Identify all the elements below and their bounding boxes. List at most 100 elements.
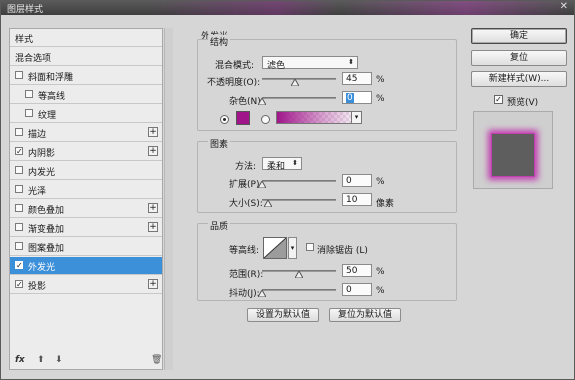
opacity-slider-thumb[interactable]: [291, 79, 300, 86]
blend-mode-label: 混合模式:: [215, 61, 255, 71]
spread-slider[interactable]: [262, 180, 336, 182]
style-item[interactable]: 图案叠加: [10, 238, 162, 256]
arrow-up-icon[interactable]: ⬆: [37, 355, 45, 365]
contour-dropdown-button[interactable]: ▾: [288, 237, 297, 259]
noise-slider-thumb[interactable]: [258, 98, 266, 105]
slider-thumb-shape: [295, 271, 303, 278]
style-item[interactable]: ✓ 投影 +: [10, 276, 162, 294]
style-item-label: 内阴影: [28, 149, 56, 159]
jitter-slider-thumb[interactable]: [258, 290, 266, 297]
range-value: 50: [346, 266, 358, 276]
technique-select[interactable]: 柔和 ⬍: [262, 157, 302, 172]
jitter-input[interactable]: 0: [342, 283, 372, 296]
glow-color-swatch[interactable]: [236, 111, 250, 125]
style-item-label: 渐变叠加: [28, 225, 65, 235]
updown-arrow-icon: ⬍: [292, 159, 298, 167]
trash-icon[interactable]: 🗑: [151, 355, 162, 365]
jitter-slider[interactable]: [262, 289, 336, 291]
noise-value: 0: [346, 93, 354, 103]
style-checkbox[interactable]: ✓: [15, 147, 23, 156]
spread-slider-thumb[interactable]: [258, 181, 266, 188]
new-style-button[interactable]: 新建样式(W)...: [471, 71, 567, 87]
opacity-input[interactable]: 45: [342, 72, 372, 85]
reset-default-button[interactable]: 复位为默认值: [329, 308, 401, 322]
style-item-label: 投影: [28, 282, 47, 292]
style-checkbox[interactable]: [25, 109, 33, 117]
style-item[interactable]: 颜色叠加 +: [10, 200, 162, 218]
contour-curve: [263, 237, 287, 259]
range-label: 范围(R):: [229, 270, 264, 280]
add-effect-button[interactable]: +: [148, 146, 158, 156]
opacity-label: 不透明度(O):: [207, 78, 261, 88]
gradient-radio[interactable]: [261, 115, 270, 124]
style-item-label: 纹理: [38, 111, 57, 121]
style-checkbox[interactable]: [15, 242, 23, 250]
range-slider-thumb[interactable]: [295, 271, 303, 278]
size-label: 大小(S):: [229, 199, 263, 209]
fx-button[interactable]: fx: [15, 355, 25, 365]
style-item[interactable]: 等高线: [10, 86, 162, 104]
add-effect-button[interactable]: +: [148, 127, 158, 137]
preview-label: 预览(V): [507, 98, 539, 108]
style-item[interactable]: 斜面和浮雕: [10, 67, 162, 85]
slider-thumb-shape: [258, 181, 266, 188]
style-item[interactable]: 纹理: [10, 105, 162, 123]
structure-title: 结构: [208, 35, 231, 48]
style-item[interactable]: ✓ 外发光: [10, 257, 162, 275]
style-checkbox[interactable]: [15, 71, 23, 79]
slider-thumb-shape: [258, 290, 266, 297]
preview-checkbox[interactable]: ✓: [494, 95, 503, 104]
title-bar[interactable]: 图层样式 ✕: [1, 1, 574, 15]
style-item[interactable]: 渐变叠加 +: [10, 219, 162, 237]
noise-input[interactable]: 0: [342, 91, 372, 104]
close-icon[interactable]: ✕: [560, 1, 568, 12]
style-item-label: 等高线: [38, 92, 66, 102]
style-checkbox[interactable]: [15, 166, 23, 174]
reset-button[interactable]: 复位: [471, 50, 567, 66]
style-checkbox[interactable]: [15, 185, 23, 193]
add-effect-button[interactable]: +: [148, 203, 158, 213]
style-checkbox[interactable]: [15, 128, 23, 136]
spread-value: 0: [346, 176, 352, 186]
ok-button[interactable]: 确定: [471, 28, 567, 44]
gradient-dropdown-button[interactable]: ▾: [351, 111, 362, 124]
contour-label: 等高线:: [229, 246, 260, 256]
gradient-picker[interactable]: [276, 111, 362, 124]
contour-preview[interactable]: [263, 237, 287, 259]
size-slider[interactable]: [262, 199, 336, 201]
jitter-label: 抖动(J):: [229, 289, 260, 299]
add-effect-button[interactable]: +: [148, 222, 158, 232]
style-item[interactable]: 内发光: [10, 162, 162, 180]
size-slider-thumb[interactable]: [263, 200, 272, 207]
style-checkbox[interactable]: [15, 204, 23, 212]
range-input[interactable]: 50: [342, 264, 372, 277]
style-item[interactable]: 混合选项: [10, 48, 162, 66]
style-checkbox[interactable]: ✓: [15, 280, 23, 289]
blend-mode-select[interactable]: 滤色 ⬍: [262, 56, 358, 71]
spread-input[interactable]: 0: [342, 174, 372, 187]
range-unit: %: [376, 267, 385, 277]
style-item[interactable]: 样式: [10, 29, 162, 47]
antialias-checkbox[interactable]: [306, 243, 314, 251]
set-default-button[interactable]: 设置为默认值: [247, 308, 319, 322]
style-checkbox[interactable]: [25, 90, 33, 98]
style-item[interactable]: ✓ 内阴影 +: [10, 143, 162, 161]
style-item[interactable]: 描边 +: [10, 124, 162, 142]
solid-color-radio[interactable]: [220, 115, 229, 124]
quality-title: 品质: [208, 219, 231, 232]
style-item[interactable]: 光泽: [10, 181, 162, 199]
size-input[interactable]: 10: [342, 193, 372, 206]
slider-thumb-shape: [291, 79, 300, 86]
jitter-unit: %: [376, 286, 385, 296]
styles-list-scrollbar[interactable]: [164, 28, 173, 370]
noise-unit: %: [376, 94, 385, 104]
arrow-down-icon[interactable]: ⬇: [55, 355, 63, 365]
style-checkbox[interactable]: [15, 223, 23, 231]
add-effect-button[interactable]: +: [148, 279, 158, 289]
noise-slider[interactable]: [262, 97, 336, 99]
layer-style-dialog: 图层样式 ✕ 样式 混合选项 斜面和浮雕等高线纹理描边 + ✓ 内阴影 + 内发光 光泽 颜色叠加…: [0, 0, 575, 380]
blend-mode-value: 滤色: [267, 61, 286, 71]
size-value: 10: [346, 195, 358, 205]
technique-label: 方法:: [235, 162, 257, 172]
style-checkbox[interactable]: ✓: [15, 261, 23, 270]
